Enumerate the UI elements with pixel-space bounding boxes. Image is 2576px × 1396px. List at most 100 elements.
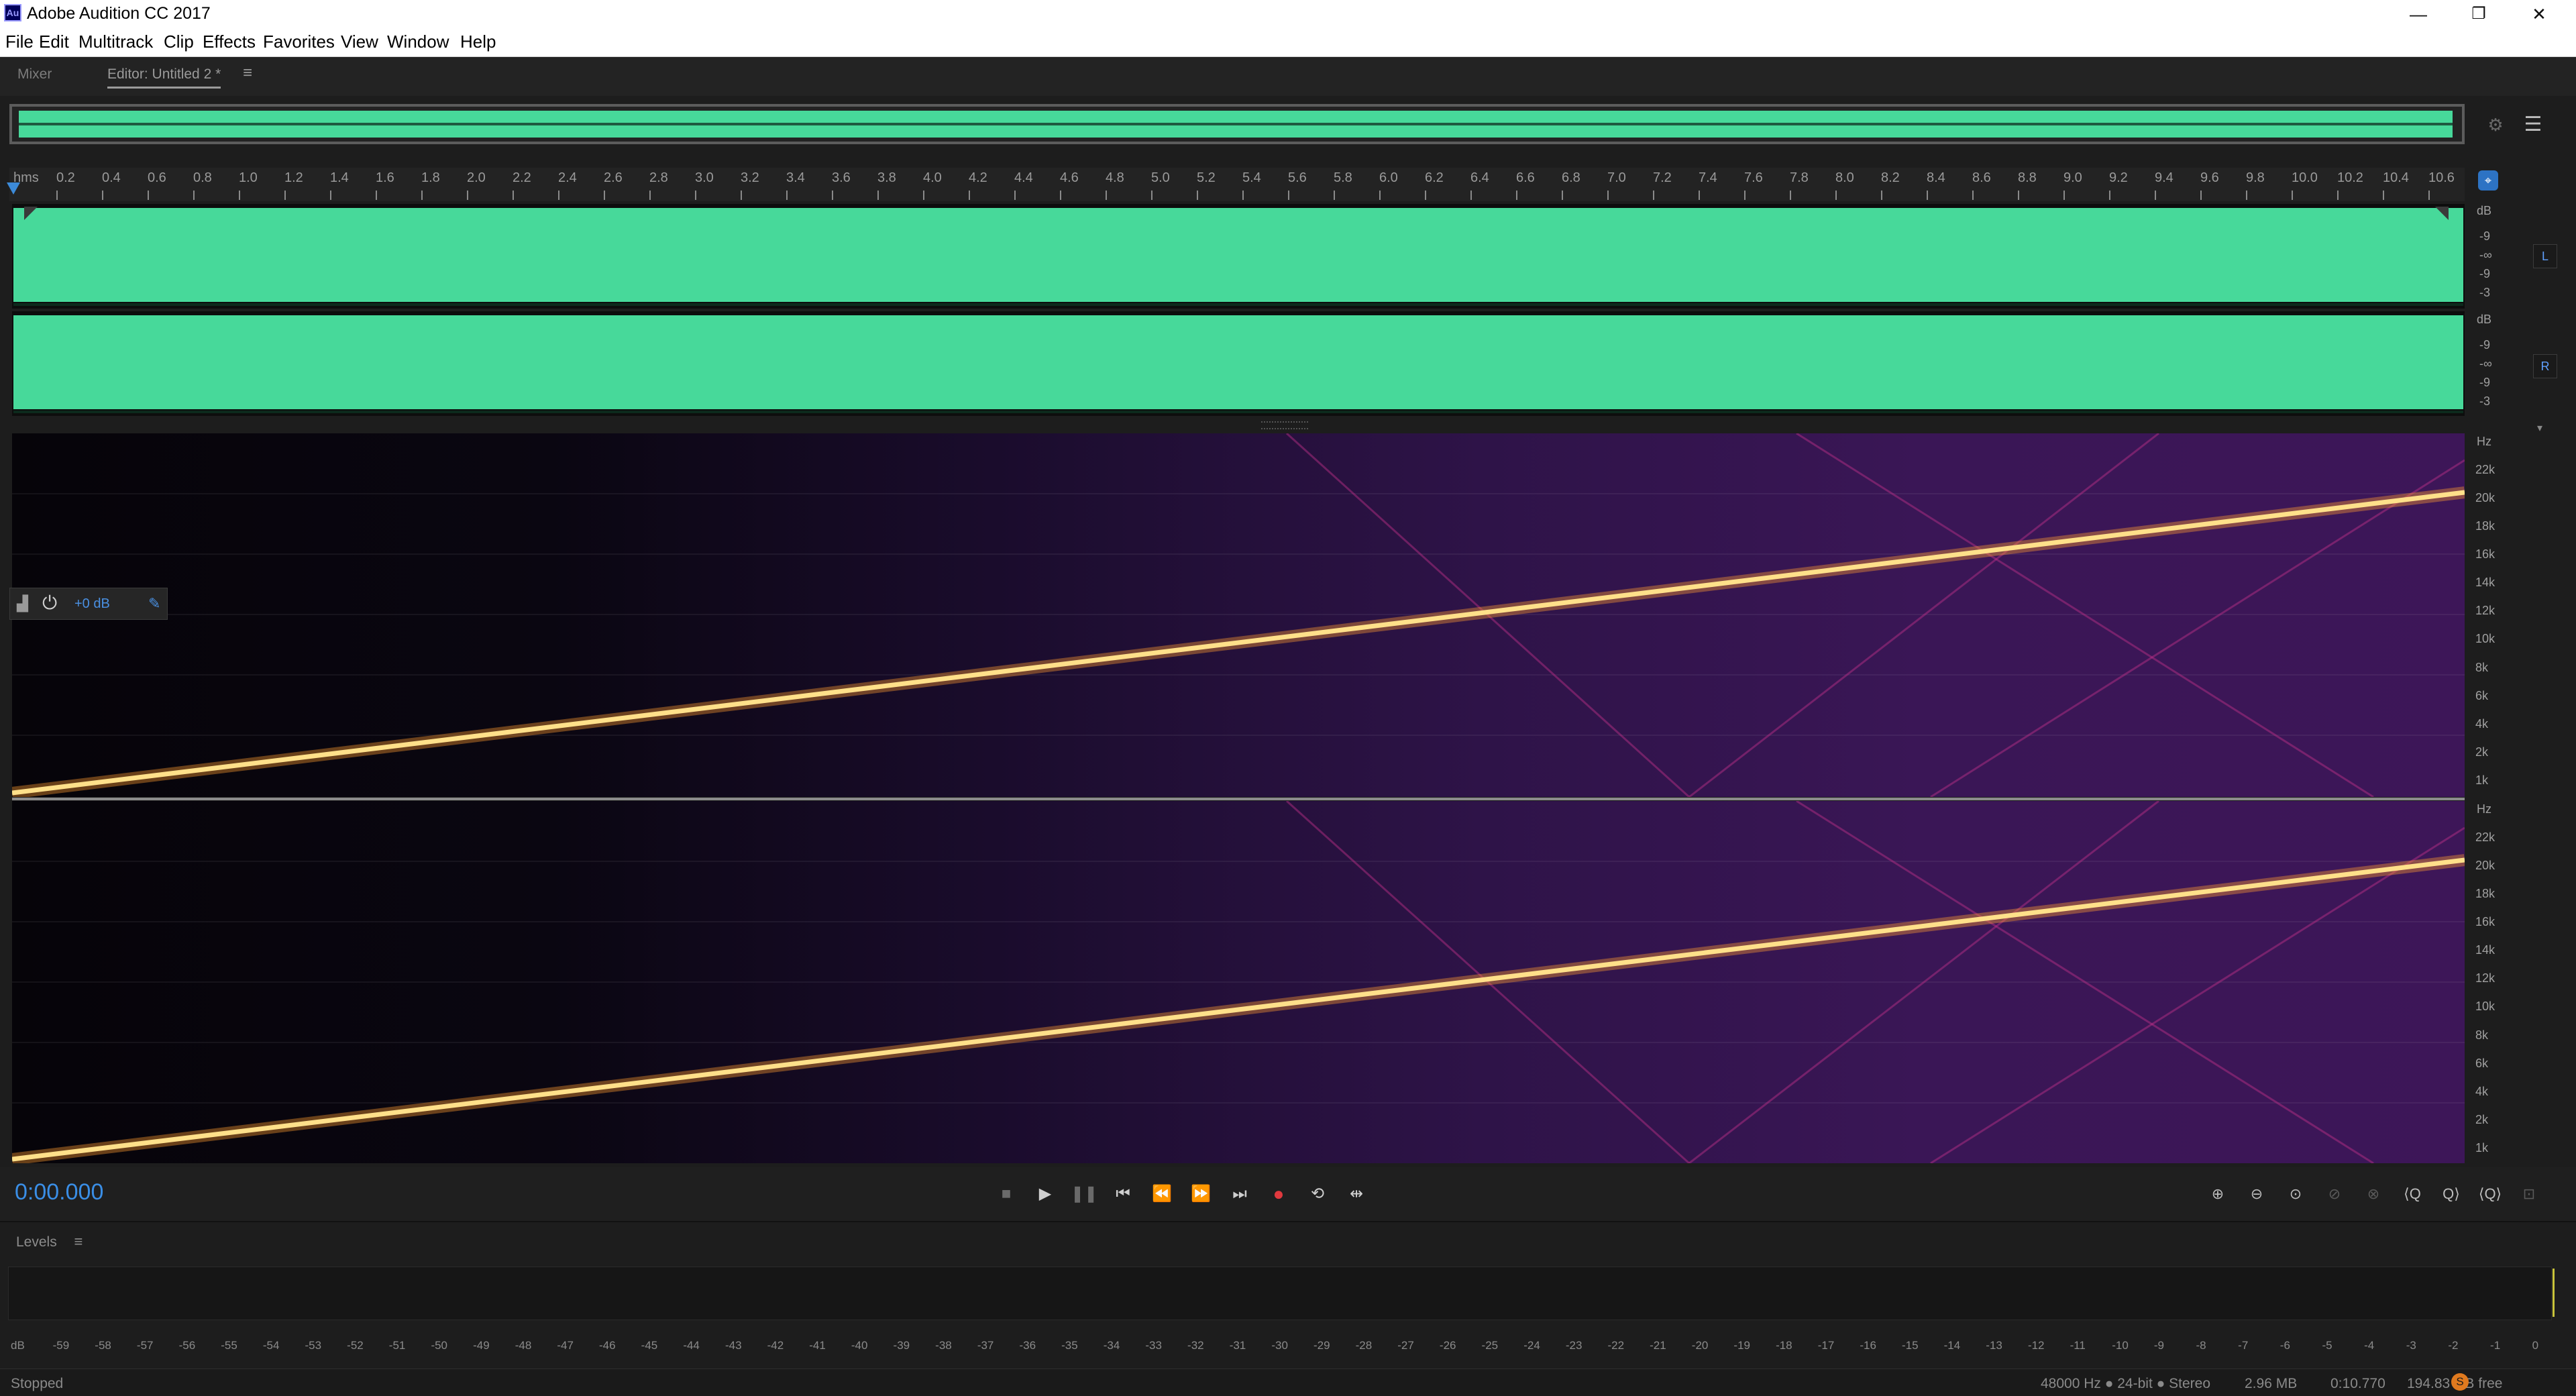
menu-multitrack[interactable]: Multitrack bbox=[78, 32, 153, 52]
zoom-reset-icon[interactable]: ⊙ bbox=[2279, 1183, 2312, 1205]
play-icon[interactable]: ▶ bbox=[1032, 1183, 1059, 1205]
zoom-out-full-icon[interactable]: ⊘ bbox=[2318, 1183, 2351, 1205]
hz-tick-label: 20k bbox=[2475, 491, 2496, 505]
rewind-icon[interactable]: ⏪ bbox=[1148, 1183, 1175, 1205]
channel-left-toggle[interactable]: L bbox=[2533, 244, 2557, 268]
zoom-full-icon[interactable]: ⊡ bbox=[2513, 1183, 2545, 1205]
ruler-tick bbox=[558, 191, 559, 200]
volume-hud[interactable]: ▟ ⏻ +0 dB ✎ bbox=[9, 588, 168, 620]
spectral-left-channel[interactable] bbox=[11, 432, 2466, 799]
status-state: Stopped bbox=[11, 1376, 64, 1391]
ruler-tick-label: 6.8 bbox=[1562, 170, 1580, 185]
pause-icon[interactable]: ❚❚ bbox=[1071, 1183, 1097, 1205]
volume-value[interactable]: +0 dB bbox=[74, 596, 110, 612]
volume-knob-icon[interactable]: ⏻ bbox=[42, 592, 57, 614]
tab-editor[interactable]: Editor: Untitled 2 * bbox=[107, 66, 221, 89]
record-icon[interactable]: ● bbox=[1265, 1183, 1292, 1205]
sync-status-icon[interactable]: S bbox=[2451, 1373, 2469, 1391]
stop-icon[interactable]: ■ bbox=[993, 1183, 1020, 1205]
channel-right-toggle[interactable]: R bbox=[2533, 354, 2557, 378]
levels-scale-label: -15 bbox=[1902, 1339, 1919, 1352]
db-scale-right: -∞ bbox=[2479, 357, 2492, 370]
maximize-button[interactable]: ❐ bbox=[2449, 0, 2509, 28]
ruler-tick-label: 5.4 bbox=[1242, 170, 1261, 185]
zoom-in-left-icon[interactable]: ⟨Q bbox=[2396, 1183, 2428, 1205]
zoom-in-right-icon[interactable]: Q⟩ bbox=[2435, 1183, 2467, 1205]
ruler-tick-label: 1.8 bbox=[421, 170, 440, 185]
levels-scale-label: -47 bbox=[557, 1339, 574, 1352]
spectral-left-overlay bbox=[11, 432, 2466, 799]
ruler-tick bbox=[1744, 191, 1746, 200]
playhead-marker[interactable] bbox=[7, 182, 20, 195]
menu-window[interactable]: Window bbox=[387, 32, 449, 52]
panel-tab-row: Mixer Editor: Untitled 2 * ≡ bbox=[0, 57, 2576, 96]
ruler-tick-label: 5.6 bbox=[1288, 170, 1307, 185]
levels-scale-label: -10 bbox=[2112, 1339, 2129, 1352]
ruler-tick-label: 9.6 bbox=[2200, 170, 2219, 185]
ruler-tick-label: 8.4 bbox=[1927, 170, 1945, 185]
fade-out-handle[interactable] bbox=[2435, 207, 2449, 220]
ruler-tick bbox=[1014, 191, 1016, 200]
ruler-tick-label: 0.8 bbox=[193, 170, 212, 185]
levels-scale-label: -27 bbox=[1397, 1339, 1414, 1352]
ruler-tick bbox=[832, 191, 833, 200]
levels-scale: dB -59 -58 -57 -56 -55 -54 -53 -52 -51 -50 -49 -48 -4… bbox=[8, 1339, 2551, 1359]
spectral-right-channel[interactable] bbox=[11, 800, 2466, 1165]
status-size: 2.96 MB bbox=[2245, 1376, 2298, 1391]
go-to-start-icon[interactable]: ⏮ bbox=[1110, 1183, 1136, 1205]
menu-clip[interactable]: Clip bbox=[164, 32, 194, 52]
menu-help[interactable]: Help bbox=[460, 32, 496, 52]
ruler-tick-label: 1.0 bbox=[239, 170, 258, 185]
minimize-button[interactable]: — bbox=[2388, 0, 2449, 28]
ruler-tick-label: 10.0 bbox=[2292, 170, 2318, 185]
fade-in-handle[interactable] bbox=[24, 207, 38, 220]
ruler-tick-label: 9.2 bbox=[2109, 170, 2128, 185]
pin-icon[interactable]: ✎ bbox=[148, 595, 160, 612]
levels-tab-label: Levels bbox=[16, 1234, 57, 1250]
ruler-tick bbox=[330, 191, 331, 200]
menu-favorites[interactable]: Favorites bbox=[263, 32, 335, 52]
menu-edit[interactable]: Edit bbox=[39, 32, 69, 52]
levels-scale-label: -22 bbox=[1607, 1339, 1625, 1352]
zoom-in-time-icon[interactable]: ⟨Q⟩ bbox=[2474, 1183, 2506, 1205]
levels-scale-label: -3 bbox=[2406, 1339, 2416, 1352]
menu-effects[interactable]: Effects bbox=[203, 32, 256, 52]
ruler-tick bbox=[1197, 191, 1198, 200]
db-scale-left: -3 bbox=[2479, 286, 2491, 299]
db-scale-left: -9 bbox=[2479, 229, 2491, 243]
hz-tick-label: 18k bbox=[2475, 887, 2496, 901]
db-scale-right: dB bbox=[2477, 313, 2492, 326]
close-button[interactable]: ✕ bbox=[2509, 0, 2569, 28]
view-resize-handle[interactable] bbox=[1261, 421, 1308, 429]
ruler-tick-label: 6.2 bbox=[1425, 170, 1444, 185]
ruler-tick-label: 2.2 bbox=[513, 170, 531, 185]
overview-navigator[interactable] bbox=[9, 104, 2465, 144]
levels-scale-label: -48 bbox=[515, 1339, 532, 1352]
menu-view[interactable]: View bbox=[341, 32, 378, 52]
ruler-tick bbox=[604, 191, 605, 200]
levels-menu-icon[interactable]: ≡ bbox=[74, 1233, 83, 1250]
levels-scale-label: -56 bbox=[178, 1339, 196, 1352]
fast-forward-icon[interactable]: ⏩ bbox=[1187, 1183, 1214, 1205]
hz-tick-label: 12k bbox=[2475, 971, 2496, 985]
collapse-chevron-icon[interactable]: ▾ bbox=[2537, 421, 2542, 435]
tab-mixer[interactable]: Mixer bbox=[17, 66, 52, 83]
menu-file[interactable]: File bbox=[5, 32, 34, 52]
ruler-tick bbox=[2337, 191, 2339, 200]
time-display[interactable]: 0:00.000 bbox=[15, 1179, 103, 1205]
hz-tick-label: 16k bbox=[2475, 547, 2496, 561]
go-to-end-icon[interactable]: ⏭ bbox=[1226, 1183, 1253, 1205]
levels-tab[interactable]: Levels ≡ bbox=[16, 1233, 83, 1250]
loop-icon[interactable]: ⟲ bbox=[1304, 1183, 1331, 1205]
zoom-out-amplitude-icon[interactable]: ⊖ bbox=[2241, 1183, 2273, 1205]
skip-selection-icon[interactable]: ⇹ bbox=[1343, 1183, 1370, 1205]
zoom-gear-icon[interactable]: ⚙ bbox=[2482, 111, 2509, 138]
zoom-selection-icon[interactable]: ⊗ bbox=[2357, 1183, 2390, 1205]
display-options-icon[interactable]: ☰ bbox=[2520, 111, 2546, 138]
spectral-channel-divider bbox=[12, 798, 2465, 800]
time-ruler[interactable]: hms 0.2 0.4 0.6 0.8 1.0 1.2 1.4 1.6 1.8 2.0 2.2 2.4… bbox=[9, 168, 2465, 201]
levels-scale-label: -42 bbox=[767, 1339, 784, 1352]
zoom-in-amplitude-icon[interactable]: ⊕ bbox=[2202, 1183, 2234, 1205]
panel-menu-icon[interactable]: ≡ bbox=[243, 64, 252, 83]
snap-icon[interactable]: ⌖ bbox=[2478, 170, 2498, 191]
